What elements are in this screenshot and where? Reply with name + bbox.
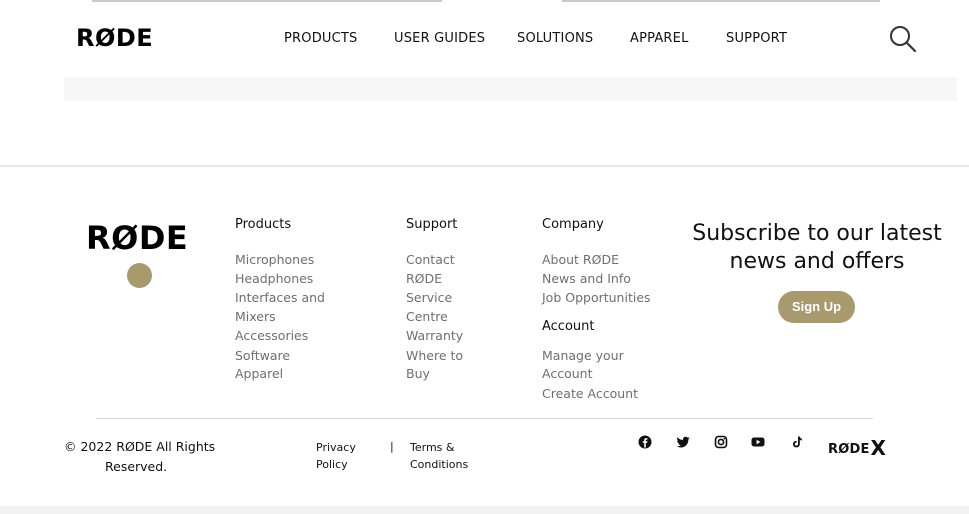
- link-software[interactable]: Software: [235, 346, 290, 365]
- products-heading: Products: [235, 217, 292, 232]
- terms-conditions-link[interactable]: Terms & Conditions: [410, 439, 468, 473]
- support-heading: Support: [406, 217, 458, 232]
- link-rode-service-centre[interactable]: Service: [406, 288, 452, 307]
- link-accessories[interactable]: Accessories: [235, 326, 308, 345]
- content-strip: [64, 77, 957, 101]
- nav-support[interactable]: SUPPORT: [726, 31, 787, 46]
- rode-x-mark: X: [870, 436, 887, 460]
- section-divider: [0, 165, 969, 167]
- link-interfaces-and-mixers[interactable]: Interfaces and: [235, 288, 325, 307]
- link-apparel[interactable]: Apparel: [235, 364, 283, 383]
- page-bottom-band: [0, 506, 969, 514]
- nav-products[interactable]: PRODUCTS: [284, 31, 358, 46]
- footer-divider: [96, 418, 873, 419]
- link-job-opportunities[interactable]: Job Opportunities: [542, 288, 651, 307]
- footer-rode-logo[interactable]: RØDE: [86, 222, 188, 254]
- link-manage-account[interactable]: Manage your: [542, 346, 624, 365]
- link-create-account[interactable]: Create Account: [542, 384, 638, 403]
- rode-x-text: RØDE: [828, 442, 870, 457]
- nav-user-guides[interactable]: USER GUIDES: [394, 31, 485, 46]
- link-rode-service-centre[interactable]: RØDE: [406, 269, 442, 288]
- cropped-content-line: [562, 0, 880, 2]
- link-manage-account[interactable]: Account: [542, 364, 592, 383]
- search-icon[interactable]: [888, 24, 918, 54]
- company-heading: Company: [542, 217, 604, 232]
- privacy-line-1: Privacy: [316, 441, 356, 454]
- link-microphones[interactable]: Microphones: [235, 250, 314, 269]
- sign-up-button[interactable]: Sign Up: [778, 291, 855, 323]
- nav-apparel[interactable]: APPAREL: [630, 31, 689, 46]
- link-interfaces-and-mixers[interactable]: Mixers: [235, 307, 276, 326]
- terms-line-2: Conditions: [410, 458, 469, 471]
- terms-line-1: Terms &: [410, 441, 455, 454]
- twitter-icon[interactable]: [675, 434, 691, 450]
- link-where-to-buy[interactable]: Buy: [406, 364, 430, 383]
- subscribe-line-1: Subscribe to our latest: [692, 221, 942, 246]
- link-headphones[interactable]: Headphones: [235, 269, 313, 288]
- subscribe-heading: Subscribe to our latest news and offers: [688, 220, 946, 276]
- subscribe-line-2: news and offers: [729, 249, 905, 274]
- brand-dot: [127, 263, 152, 288]
- link-rode-service-centre[interactable]: Centre: [406, 307, 448, 326]
- link-news-and-info[interactable]: News and Info: [542, 269, 631, 288]
- instagram-icon[interactable]: [713, 434, 729, 450]
- nav-solutions[interactable]: SOLUTIONS: [517, 31, 593, 46]
- cropped-content-line: [92, 0, 442, 2]
- tiktok-icon[interactable]: [789, 434, 805, 450]
- copyright: © 2022 RØDE All Rights Reserved.: [64, 437, 215, 477]
- account-heading: Account: [542, 319, 595, 334]
- legal-separator: |: [390, 440, 394, 453]
- link-warranty[interactable]: Warranty: [406, 326, 463, 345]
- rode-logo[interactable]: RØDE: [76, 26, 153, 50]
- rode-x-logo[interactable]: RØDEX: [828, 434, 887, 460]
- privacy-policy-link[interactable]: Privacy Policy: [316, 439, 356, 473]
- link-about-rode[interactable]: About RØDE: [542, 250, 619, 269]
- privacy-line-2: Policy: [316, 458, 348, 471]
- facebook-icon[interactable]: [637, 434, 653, 450]
- youtube-icon[interactable]: [750, 434, 766, 450]
- link-contact[interactable]: Contact: [406, 250, 455, 269]
- link-where-to-buy[interactable]: Where to: [406, 346, 463, 365]
- copyright-line-1: © 2022 RØDE All Rights: [64, 439, 216, 454]
- copyright-line-2: Reserved.: [105, 459, 168, 474]
